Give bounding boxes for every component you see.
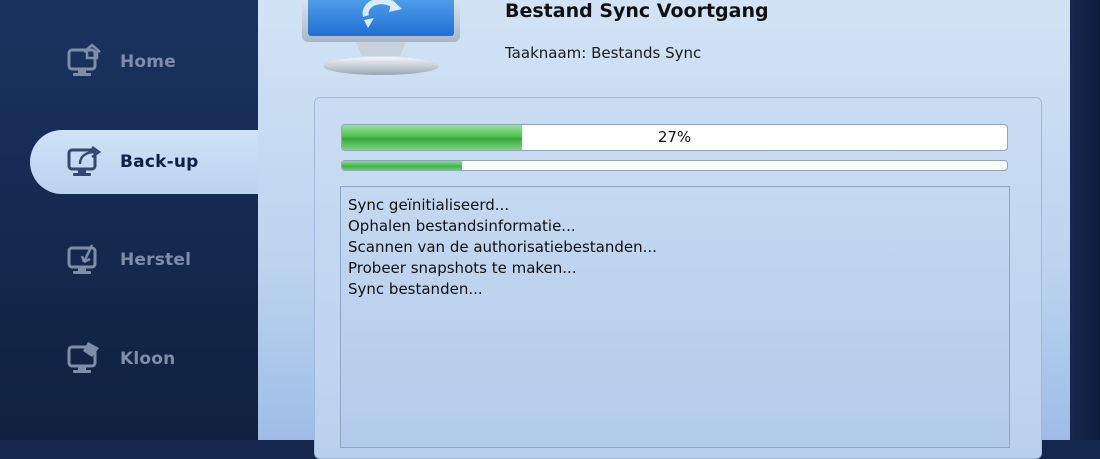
sidebar-item-kloon[interactable]: Kloon bbox=[30, 327, 258, 391]
sidebar-item-label: Home bbox=[120, 52, 176, 72]
page-title: Bestand Sync Voortgang bbox=[505, 0, 769, 22]
task-name: Taaknaam: Bestands Sync bbox=[505, 44, 702, 62]
restore-monitor-icon bbox=[66, 240, 106, 280]
window-frame-edge bbox=[1070, 0, 1100, 440]
current-progress-bar bbox=[341, 160, 1008, 171]
sidebar: Home Back-up Herstel Kloon bbox=[0, 0, 258, 440]
sidebar-item-home[interactable]: Home bbox=[30, 30, 258, 94]
sidebar-item-backup[interactable]: Back-up bbox=[30, 130, 258, 194]
sidebar-item-label: Kloon bbox=[120, 349, 176, 369]
current-progress-fill bbox=[342, 161, 462, 170]
log-line: Scannen van de authorisatiebestanden... bbox=[348, 238, 657, 256]
sidebar-item-herstel[interactable]: Herstel bbox=[30, 228, 258, 292]
backup-monitor-icon bbox=[66, 142, 106, 182]
overall-progress-bar: 27% bbox=[341, 124, 1008, 151]
sync-monitor-icon bbox=[296, 0, 466, 85]
log-line: Ophalen bestandsinformatie... bbox=[348, 217, 576, 235]
clone-monitor-icon bbox=[66, 339, 106, 379]
log-line: Sync bestanden... bbox=[348, 280, 483, 298]
home-monitor-icon bbox=[66, 42, 106, 82]
log-line: Probeer snapshots te maken... bbox=[348, 259, 577, 277]
sidebar-item-label: Back-up bbox=[120, 152, 199, 172]
log-output[interactable]: Sync geïnitialiseerd... Ophalen bestands… bbox=[340, 186, 1010, 448]
log-line: Sync geïnitialiseerd... bbox=[348, 196, 510, 214]
sidebar-item-label: Herstel bbox=[120, 250, 192, 270]
progress-percentage: 27% bbox=[657, 128, 692, 146]
